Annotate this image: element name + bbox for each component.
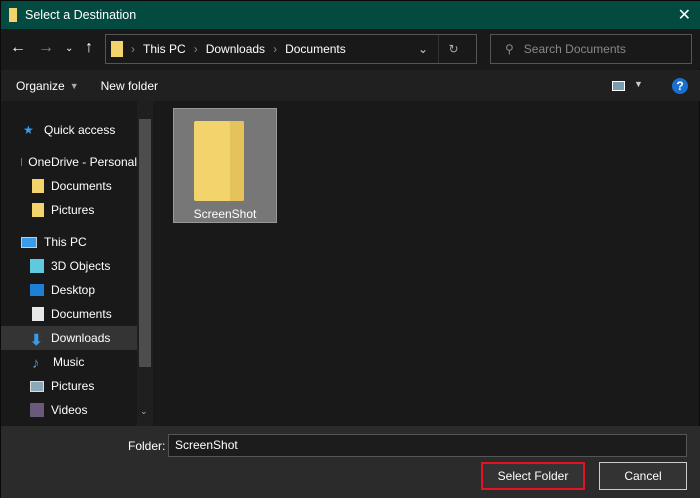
file-item[interactable]: ScreenShot (173, 108, 277, 223)
file-name: ScreenShot (174, 207, 276, 221)
refresh-button[interactable]: ↻ (438, 35, 468, 63)
picture-icon (30, 381, 44, 392)
sidebar-item-label: Pictures (51, 379, 94, 393)
address-dropdown[interactable]: ⌄ (418, 42, 428, 56)
select-folder-button[interactable]: Select Folder (481, 462, 585, 490)
window-title: Select a Destination (25, 8, 136, 22)
view-dropdown[interactable]: ▼ (634, 79, 643, 89)
navigation-pane: ★ Quick access OneDrive - Personal Docume… (1, 101, 153, 426)
sidebar-item-onedrive-documents[interactable]: Documents (1, 174, 137, 198)
up-button[interactable]: ↑ (85, 39, 93, 57)
sidebar-item-label: 3D Objects (51, 259, 110, 273)
scroll-down-icon[interactable]: ⌄ (140, 406, 148, 417)
close-button[interactable]: ✕ (678, 5, 691, 25)
view-icon[interactable] (612, 81, 625, 91)
folder-label: Folder: (128, 439, 165, 453)
folder-icon (32, 179, 44, 193)
toolbar: Organize ▼ New folder ▼ ? (1, 70, 700, 101)
search-input[interactable]: ⚲ Search Documents (490, 34, 692, 64)
sidebar-item-pictures[interactable]: Pictures (1, 374, 137, 398)
organize-button[interactable]: Organize (16, 79, 65, 93)
help-button[interactable]: ? (672, 78, 688, 94)
sidebar-item-label: Documents (51, 179, 112, 193)
sidebar-item-3d-objects[interactable]: 3D Objects (1, 254, 137, 278)
sidebar-item-label: Downloads (51, 331, 110, 345)
sidebar-item-music[interactable]: ♪ Music (1, 350, 137, 374)
breadcrumb-item[interactable]: This PC (143, 42, 186, 56)
folder-icon (32, 203, 44, 217)
sidebar-item-videos[interactable]: Videos (1, 398, 137, 422)
cancel-button[interactable]: Cancel (599, 462, 687, 490)
video-icon (30, 403, 44, 417)
breadcrumb-item[interactable]: Downloads (206, 42, 265, 56)
forward-button[interactable]: → (38, 39, 54, 57)
chevron-down-icon: ▼ (70, 81, 79, 91)
sidebar-item-documents[interactable]: Documents (1, 302, 137, 326)
recent-dropdown[interactable]: ⌄ (65, 43, 73, 54)
sidebar-item-label: Videos (51, 403, 87, 417)
music-icon: ♪ (32, 355, 46, 369)
folder-icon (9, 8, 17, 22)
sidebar-item-label: Quick access (44, 123, 115, 137)
computer-icon (21, 237, 37, 248)
download-icon: ⬇ (30, 331, 44, 345)
breadcrumb-item[interactable]: Documents (285, 42, 346, 56)
sidebar-item-label: Pictures (51, 203, 94, 217)
sidebar-item-label: Documents (51, 307, 112, 321)
search-placeholder: Search Documents (524, 42, 626, 56)
back-button[interactable]: ← (10, 39, 26, 57)
sidebar-item-label: Music (53, 355, 84, 369)
search-icon: ⚲ (505, 42, 514, 56)
desktop-icon (30, 284, 44, 296)
sidebar-item-label: This PC (44, 235, 87, 249)
title-bar: Select a Destination (1, 1, 700, 29)
sidebar-item-desktop[interactable]: Desktop (1, 278, 137, 302)
document-icon (32, 307, 44, 321)
cube-icon (30, 259, 44, 273)
sidebar-item-downloads[interactable]: ⬇ Downloads (1, 326, 137, 350)
sidebar-item-quick-access[interactable]: ★ Quick access (1, 118, 137, 142)
folder-input[interactable]: ScreenShot (168, 434, 687, 457)
sidebar-item-onedrive[interactable]: OneDrive - Personal (1, 150, 137, 174)
star-icon: ★ (23, 123, 37, 137)
sidebar-item-label: OneDrive - Personal (28, 155, 137, 169)
new-folder-button[interactable]: New folder (101, 79, 158, 93)
sidebar-item-onedrive-pictures[interactable]: Pictures (1, 198, 137, 222)
folder-icon (194, 121, 244, 201)
address-bar[interactable]: ›This PC ›Downloads ›Documents ⌄ ↻ (105, 34, 477, 64)
folder-icon (111, 41, 123, 57)
sidebar-item-label: Desktop (51, 283, 95, 297)
sidebar-item-this-pc[interactable]: This PC (1, 230, 137, 254)
scrollbar-thumb[interactable] (139, 119, 151, 367)
